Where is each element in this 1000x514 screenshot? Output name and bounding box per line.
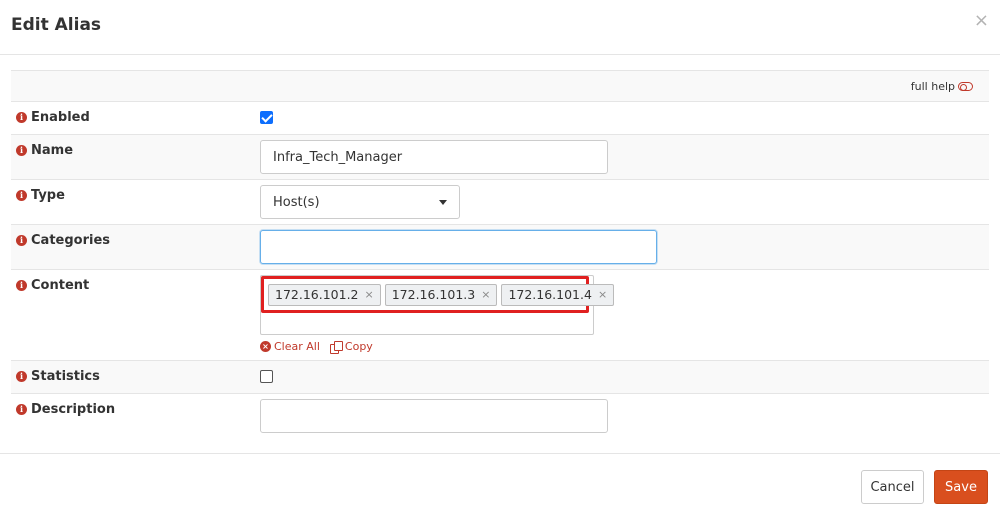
content-label: Content bbox=[31, 278, 90, 293]
tag-remove-icon[interactable]: × bbox=[598, 288, 607, 301]
tag-label: 172.16.101.3 bbox=[391, 287, 476, 302]
type-label-group: i Type bbox=[16, 188, 65, 203]
name-label-group: i Name bbox=[16, 143, 73, 158]
tag-label: 172.16.101.2 bbox=[275, 287, 359, 302]
tag-label: 172.16.101.4 bbox=[508, 287, 592, 302]
type-label: Type bbox=[31, 188, 65, 203]
chevron-down-icon bbox=[439, 199, 447, 205]
content-label-group: i Content bbox=[16, 278, 89, 293]
description-label-group: i Description bbox=[16, 402, 115, 417]
categories-input[interactable] bbox=[260, 230, 657, 264]
content-tag: 172.16.101.4 × bbox=[501, 283, 615, 306]
tag-actions: × Clear All Copy bbox=[260, 340, 373, 354]
enabled-label: Enabled bbox=[31, 110, 90, 125]
info-icon[interactable]: i bbox=[16, 145, 27, 156]
full-help-toggle[interactable]: full help bbox=[911, 80, 973, 93]
statistics-label-group: i Statistics bbox=[16, 369, 100, 384]
description-label: Description bbox=[31, 402, 116, 417]
info-icon[interactable]: i bbox=[16, 112, 27, 123]
info-icon[interactable]: i bbox=[16, 404, 27, 415]
categories-label: Categories bbox=[31, 233, 111, 248]
toggle-icon[interactable] bbox=[958, 82, 973, 91]
clear-all-link[interactable]: × Clear All bbox=[260, 340, 320, 353]
type-row: i Type Host(s) bbox=[11, 180, 989, 225]
modal-title: Edit Alias bbox=[11, 15, 102, 35]
name-label: Name bbox=[31, 143, 74, 158]
categories-label-group: i Categories bbox=[16, 233, 110, 248]
enabled-label-group: i Enabled bbox=[16, 110, 90, 125]
copy-icon bbox=[329, 340, 343, 354]
categories-row: i Categories bbox=[11, 225, 989, 270]
save-button[interactable]: Save bbox=[934, 470, 988, 504]
info-icon[interactable]: i bbox=[16, 371, 27, 382]
tag-remove-icon[interactable]: × bbox=[481, 288, 490, 301]
help-row: full help bbox=[11, 70, 989, 102]
clear-all-label: Clear All bbox=[274, 340, 320, 353]
info-icon[interactable]: i bbox=[16, 190, 27, 201]
info-icon[interactable]: i bbox=[16, 235, 27, 246]
alias-form: full help i Enabled i Name Infra_Tech_Ma… bbox=[11, 70, 989, 444]
description-input[interactable] bbox=[260, 399, 608, 433]
enabled-row: i Enabled bbox=[11, 102, 989, 135]
enabled-checkbox[interactable] bbox=[260, 111, 273, 124]
modal-header: Edit Alias × bbox=[0, 0, 1000, 55]
description-row: i Description bbox=[11, 394, 989, 444]
copy-link[interactable]: Copy bbox=[329, 340, 373, 354]
info-icon[interactable]: i bbox=[16, 280, 27, 291]
type-select-value: Host(s) bbox=[273, 194, 320, 210]
tag-remove-icon[interactable]: × bbox=[365, 288, 374, 301]
name-row: i Name Infra_Tech_Manager bbox=[11, 135, 989, 180]
content-tag: 172.16.101.3 × bbox=[384, 283, 498, 306]
statistics-row: i Statistics bbox=[11, 361, 989, 394]
statistics-checkbox[interactable] bbox=[260, 370, 273, 383]
content-tag: 172.16.101.2 × bbox=[268, 283, 381, 306]
statistics-label: Statistics bbox=[31, 369, 100, 384]
tags-highlight: 172.16.101.2 × 172.16.101.3 × 172.16.101… bbox=[261, 276, 615, 313]
copy-label: Copy bbox=[344, 340, 373, 353]
clear-icon: × bbox=[260, 341, 271, 352]
full-help-label: full help bbox=[910, 80, 955, 93]
name-input[interactable]: Infra_Tech_Manager bbox=[260, 140, 608, 174]
type-select[interactable]: Host(s) bbox=[260, 185, 460, 219]
modal-footer: Cancel Save bbox=[0, 453, 1000, 514]
cancel-button[interactable]: Cancel bbox=[861, 470, 924, 504]
content-tags-input[interactable]: 172.16.101.2 × 172.16.101.3 × 172.16.101… bbox=[260, 275, 615, 335]
close-icon[interactable]: × bbox=[974, 12, 989, 30]
content-row: i Content 172.16.101.2 × 172.16.101.3 × … bbox=[11, 270, 989, 361]
